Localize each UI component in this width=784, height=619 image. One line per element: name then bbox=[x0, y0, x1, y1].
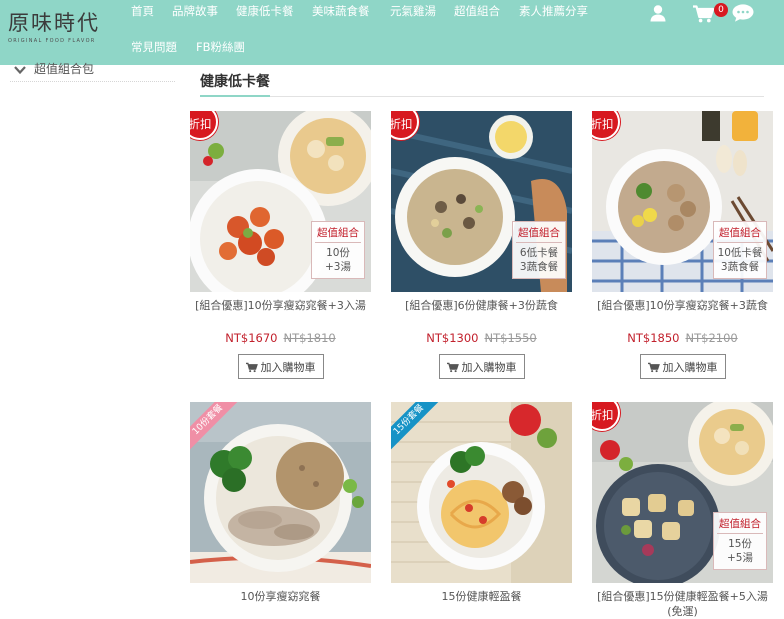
price-row: NT$1670 NT$1810 bbox=[190, 331, 371, 345]
add-to-cart-label: 加入購物車 bbox=[662, 360, 718, 374]
cart-count-badge: 0 bbox=[714, 3, 728, 17]
product-card: 折扣 超值組合 6低卡餐 3蔬食餐 [組合優惠]6份健康餐+3份蔬食 NT$13… bbox=[391, 111, 572, 379]
user-icon[interactable] bbox=[649, 4, 667, 26]
combo-tag-line: 6低卡餐 bbox=[519, 247, 559, 259]
product-name[interactable]: [組合優惠]10份享瘦窈窕餐+3入湯 bbox=[190, 298, 371, 313]
product-image[interactable]: 折扣 超值組合 15份 +5湯 bbox=[592, 402, 773, 583]
product-card: 折扣 超值組合 10低卡餐 3蔬食餐 [組合優惠]10份享瘦窈窕餐+3蔬食 NT… bbox=[592, 111, 773, 379]
product-card: 15份套餐 15份健康輕盈餐 bbox=[391, 402, 572, 604]
nav-veggie-meals[interactable]: 美味蔬食餐 bbox=[312, 3, 370, 19]
product-name[interactable]: [組合優惠]10份享瘦窈窕餐+3蔬食 bbox=[592, 298, 773, 313]
original-price: NT$1810 bbox=[283, 331, 336, 345]
cart-icon bbox=[446, 362, 459, 372]
product-card: 10份套餐 10份享瘦窈窕餐 bbox=[190, 402, 371, 604]
cart-icon bbox=[245, 362, 258, 372]
combo-tag-line: +3湯 bbox=[325, 261, 351, 273]
original-price: NT$2100 bbox=[685, 331, 738, 345]
add-to-cart-label: 加入購物車 bbox=[461, 360, 517, 374]
product-name[interactable]: [組合優惠]15份健康輕盈餐+5入湯(免運) bbox=[592, 589, 773, 619]
product-image[interactable]: 折扣 超值組合 6低卡餐 3蔬食餐 bbox=[391, 111, 572, 292]
product-name[interactable]: 10份享瘦窈窕餐 bbox=[190, 589, 371, 604]
product-card: 折扣 超值組合 15份 +5湯 [組合優惠]15份健康輕盈餐+5入湯(免運) bbox=[592, 402, 773, 619]
sidebar-item-combo-pack[interactable]: 超值組合包 bbox=[10, 55, 175, 82]
nav-recommendations[interactable]: 素人推薦分享 bbox=[519, 3, 588, 19]
nav-chicken-soup[interactable]: 元氣雞湯 bbox=[390, 3, 436, 19]
combo-tag: 超值組合 10份 +3湯 bbox=[311, 221, 365, 279]
combo-tag: 超值組合 10低卡餐 3蔬食餐 bbox=[713, 221, 767, 279]
original-price: NT$1550 bbox=[484, 331, 537, 345]
add-to-cart-label: 加入購物車 bbox=[260, 360, 316, 374]
combo-tag-title: 超值組合 bbox=[315, 225, 361, 243]
product-image[interactable]: 折扣 超值組合 10低卡餐 3蔬食餐 bbox=[592, 111, 773, 292]
product-image[interactable]: 15份套餐 bbox=[391, 402, 572, 583]
sidebar-item-label: 超值組合包 bbox=[34, 62, 95, 76]
nav-combo-deals[interactable]: 超值組合 bbox=[454, 3, 500, 19]
nav-home[interactable]: 首頁 bbox=[131, 3, 154, 19]
combo-tag-line: 3蔬食餐 bbox=[720, 261, 760, 273]
nav-low-cal-meals[interactable]: 健康低卡餐 bbox=[236, 3, 294, 19]
sale-price: NT$1670 bbox=[225, 331, 278, 345]
product-image[interactable]: 10份套餐 bbox=[190, 402, 371, 583]
sale-price: NT$1300 bbox=[426, 331, 479, 345]
section-title: 健康低卡餐 bbox=[200, 74, 270, 90]
nav-fb-fanpage[interactable]: FB粉絲團 bbox=[196, 39, 245, 55]
add-to-cart-button[interactable]: 加入購物車 bbox=[237, 354, 324, 379]
price-row: NT$1850 NT$2100 bbox=[592, 331, 773, 345]
combo-tag-line: +5湯 bbox=[727, 552, 753, 564]
add-to-cart-button[interactable]: 加入購物車 bbox=[438, 354, 525, 379]
cart-icon bbox=[647, 362, 660, 372]
price-row: NT$1300 NT$1550 bbox=[391, 331, 572, 345]
combo-tag: 超值組合 15份 +5湯 bbox=[713, 512, 767, 570]
logo-subtitle: ORIGINAL FOOD FLAVOR bbox=[8, 38, 96, 44]
add-to-cart-button[interactable]: 加入購物車 bbox=[639, 354, 726, 379]
section-divider-accent bbox=[200, 95, 270, 97]
logo-text: 原味時代 bbox=[8, 11, 100, 35]
combo-tag: 超值組合 6低卡餐 3蔬食餐 bbox=[512, 221, 566, 279]
combo-tag-line: 15份 bbox=[728, 538, 752, 550]
nav-faq[interactable]: 常見問題 bbox=[131, 39, 177, 55]
combo-tag-line: 10份 bbox=[326, 247, 350, 259]
combo-tag-line: 10低卡餐 bbox=[717, 247, 763, 259]
sale-price: NT$1850 bbox=[627, 331, 680, 345]
product-name[interactable]: [組合優惠]6份健康餐+3份蔬食 bbox=[391, 298, 572, 313]
chat-icon[interactable] bbox=[732, 4, 754, 26]
product-card: 折扣 超值組合 10份 +3湯 [組合優惠]10份享瘦窈窕餐+3入湯 NT$16… bbox=[190, 111, 371, 379]
combo-tag-title: 超值組合 bbox=[717, 225, 763, 243]
nav-brand-story[interactable]: 品牌故事 bbox=[172, 3, 218, 19]
combo-tag-line: 3蔬食餐 bbox=[519, 261, 559, 273]
section-divider bbox=[200, 96, 764, 97]
chevron-down-icon bbox=[14, 60, 26, 79]
cart-icon[interactable] bbox=[693, 5, 715, 27]
combo-tag-title: 超值組合 bbox=[516, 225, 562, 243]
product-name[interactable]: 15份健康輕盈餐 bbox=[391, 589, 572, 604]
product-image[interactable]: 折扣 超值組合 10份 +3湯 bbox=[190, 111, 371, 292]
logo[interactable]: 原味時代 ORIGINAL FOOD FLAVOR bbox=[8, 10, 100, 44]
combo-tag-title: 超值組合 bbox=[717, 516, 763, 534]
